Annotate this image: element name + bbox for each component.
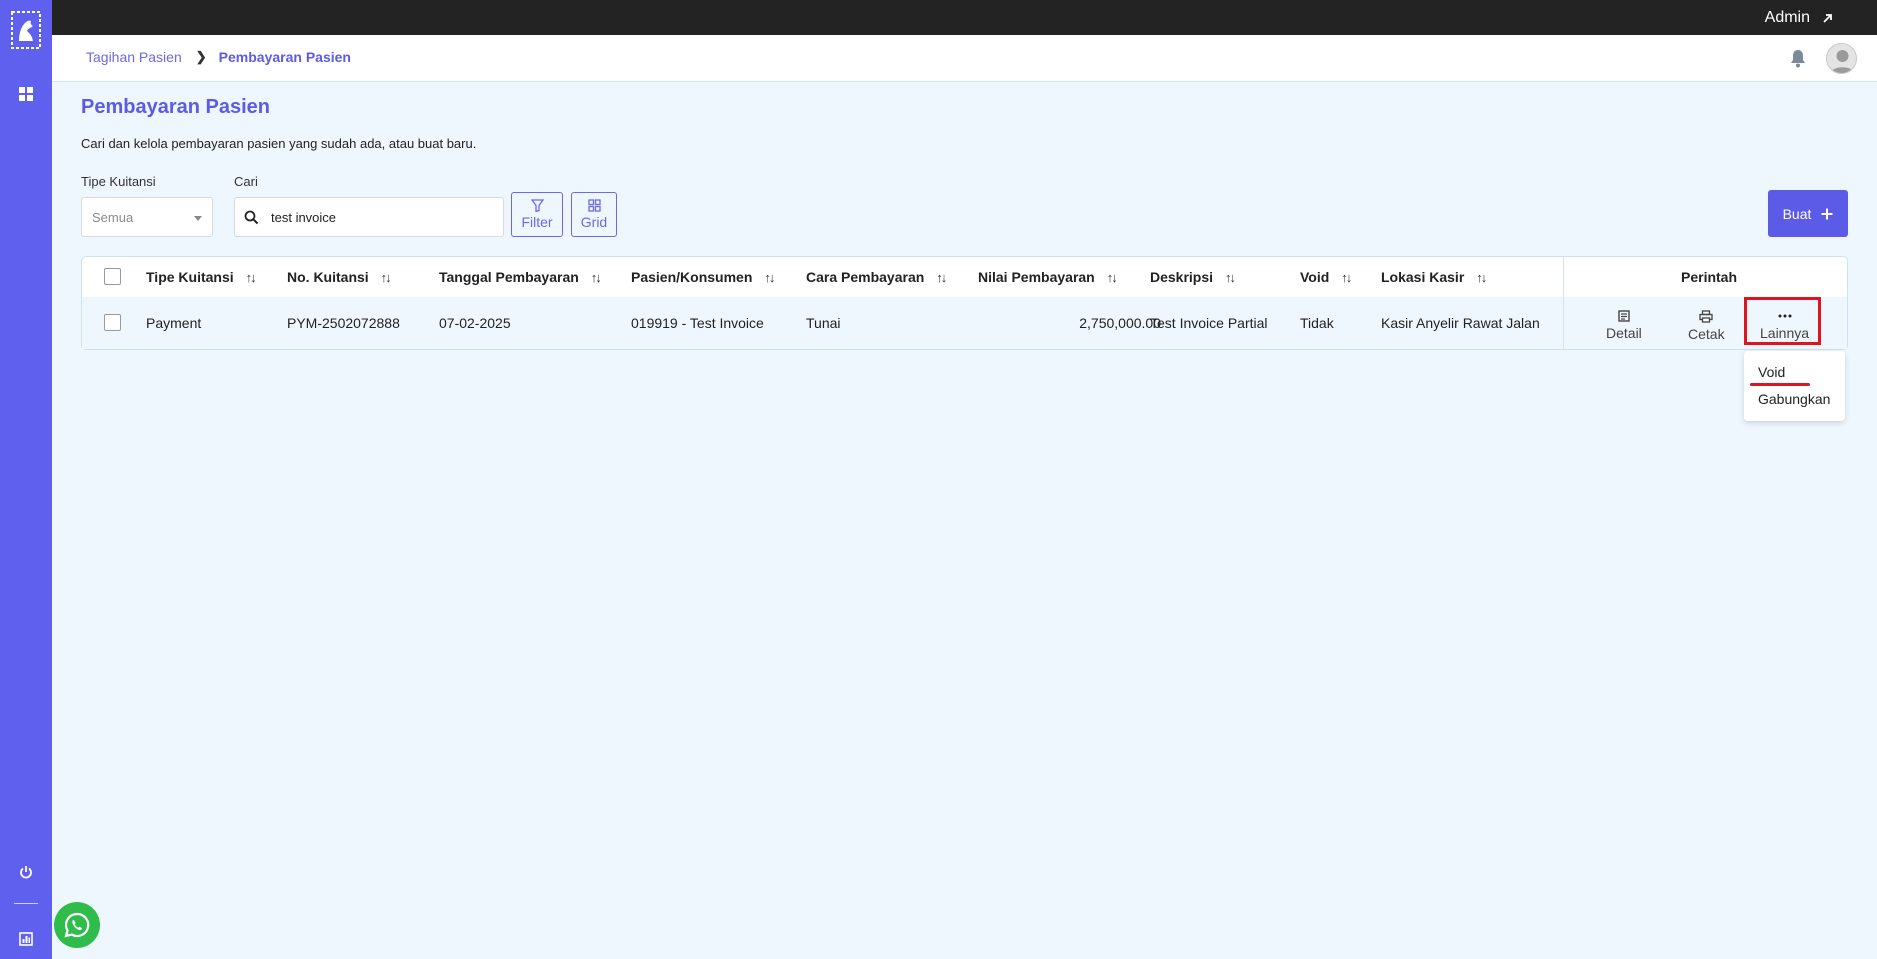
header-label: Nilai Pembayaran xyxy=(978,269,1095,285)
external-link-icon xyxy=(1823,13,1832,23)
cell-tanggal: 07-02-2025 xyxy=(439,315,511,331)
header-label: Void xyxy=(1300,269,1330,285)
whatsapp-icon xyxy=(64,912,90,938)
header-label: Tanggal Pembayaran xyxy=(439,269,579,285)
header-no-kuitansi[interactable]: No. Kuitansi ↑↓ xyxy=(287,269,392,285)
print-button[interactable]: Cetak xyxy=(1688,310,1725,342)
header-label: No. Kuitansi xyxy=(287,269,369,285)
grid-button[interactable]: Grid xyxy=(571,192,617,237)
sort-icon: ↑↓ xyxy=(1225,269,1236,285)
commands-divider xyxy=(1563,257,1564,349)
power-icon[interactable] xyxy=(16,862,36,882)
filter-label: Filter xyxy=(521,214,553,230)
filter-button[interactable]: Filter xyxy=(511,192,563,237)
header-label: Lokasi Kasir xyxy=(1381,269,1465,285)
cell-pasien: 019919 - Test Invoice xyxy=(631,315,764,331)
menu-item-void[interactable]: Void xyxy=(1758,364,1785,380)
header-label: Tipe Kuitansi xyxy=(146,269,234,285)
document-icon xyxy=(1618,310,1630,322)
sort-icon: ↑↓ xyxy=(380,269,392,285)
grid-label: Grid xyxy=(580,214,608,230)
whatsapp-button[interactable] xyxy=(54,902,100,948)
create-button[interactable]: Buat xyxy=(1768,190,1848,237)
sort-icon: ↑↓ xyxy=(936,269,947,285)
header-tanggal-pembayaran[interactable]: Tanggal Pembayaran ↑↓ xyxy=(439,269,602,285)
receipt-type-select[interactable]: Semua xyxy=(81,197,213,237)
cell-lokasi: Kasir Anyelir Rawat Jalan xyxy=(1381,315,1540,331)
top-bar: Admin xyxy=(52,0,1877,35)
header-label: Perintah xyxy=(1681,269,1738,285)
search-input[interactable] xyxy=(271,198,499,236)
sort-icon: ↑↓ xyxy=(1106,269,1118,285)
detail-button[interactable]: Detail xyxy=(1606,310,1642,341)
header-deskripsi[interactable]: Deskripsi ↑↓ xyxy=(1150,269,1236,285)
cell-nilai: 2,750,000.00 xyxy=(1079,315,1161,331)
report-icon[interactable] xyxy=(16,929,36,949)
select-all-checkbox[interactable] xyxy=(104,268,121,285)
header-cara-pembayaran[interactable]: Cara Pembayaran ↑↓ xyxy=(806,269,947,285)
header-tipe-kuitansi[interactable]: Tipe Kuitansi ↑↓ xyxy=(146,269,257,285)
bell-icon[interactable] xyxy=(1789,48,1807,73)
caret-down-icon xyxy=(194,216,202,221)
header-lokasi-kasir[interactable]: Lokasi Kasir ↑↓ xyxy=(1381,269,1487,285)
sort-icon: ↑↓ xyxy=(590,269,602,285)
create-label: Buat xyxy=(1782,205,1812,222)
sort-icon: ↑↓ xyxy=(245,269,257,285)
highlight-underline xyxy=(1750,383,1810,386)
chevron-right-icon: ❯ xyxy=(195,49,207,64)
menu-item-gabungkan[interactable]: Gabungkan xyxy=(1758,391,1830,407)
cell-tipe: Payment xyxy=(146,315,202,331)
page-description: Cari dan kelola pembayaran pasien yang s… xyxy=(81,136,477,151)
header-nilai-pembayaran[interactable]: Nilai Pembayaran ↑↓ xyxy=(978,269,1118,285)
search-field xyxy=(234,197,504,237)
header-void[interactable]: Void ↑↓ xyxy=(1300,269,1352,285)
highlight-box xyxy=(1744,297,1821,345)
printer-icon xyxy=(1699,310,1713,323)
receipt-type-label: Tipe Kuitansi xyxy=(81,174,156,189)
filter-icon xyxy=(530,199,544,212)
breadcrumb: Tagihan Pasien ❯ Pembayaran Pasien xyxy=(86,49,351,65)
breadcrumb-current: Pembayaran Pasien xyxy=(218,49,351,65)
header-pasien-konsumen[interactable]: Pasien/Konsumen ↑↓ xyxy=(631,269,775,285)
cell-deskripsi: Test Invoice Partial xyxy=(1150,315,1268,331)
admin-label: Admin xyxy=(1764,9,1810,26)
breadcrumb-parent[interactable]: Tagihan Pasien xyxy=(86,49,182,65)
page-header: Tagihan Pasien ❯ Pembayaran Pasien xyxy=(52,35,1877,82)
table-header: Tipe Kuitansi ↑↓ No. Kuitansi ↑↓ Tanggal P… xyxy=(82,257,1847,297)
header-perintah: Perintah xyxy=(1681,269,1737,285)
cell-cara: Tunai xyxy=(806,315,841,331)
header-label: Deskripsi xyxy=(1150,269,1214,285)
table-row[interactable]: Payment PYM-2502072888 07-02-2025 019919… xyxy=(82,297,1847,349)
search-icon xyxy=(244,210,259,225)
search-label: Cari xyxy=(234,174,258,189)
sort-icon: ↑↓ xyxy=(764,269,775,285)
receipt-type-value: Semua xyxy=(92,210,134,225)
page-title: Pembayaran Pasien xyxy=(81,96,270,118)
sidebar xyxy=(0,0,52,959)
row-checkbox[interactable] xyxy=(104,314,121,331)
more-dropdown-menu: Void Gabungkan xyxy=(1744,351,1845,421)
sidebar-divider xyxy=(14,903,38,904)
header-label: Cara Pembayaran xyxy=(806,269,925,285)
cell-no-kuitansi: PYM-2502072888 xyxy=(287,315,400,331)
admin-menu[interactable]: Admin xyxy=(1765,9,1833,27)
plus-icon xyxy=(1821,208,1833,219)
avatar[interactable] xyxy=(1826,43,1857,74)
detail-label: Detail xyxy=(1606,325,1642,341)
cell-void: Tidak xyxy=(1300,315,1334,331)
grid-icon xyxy=(587,199,601,212)
payments-table: Tipe Kuitansi ↑↓ No. Kuitansi ↑↓ Tanggal P… xyxy=(81,256,1848,350)
header-label: Pasien/Konsumen xyxy=(631,269,753,285)
sort-icon: ↑↓ xyxy=(1341,269,1352,285)
dashboard-grid-icon[interactable] xyxy=(16,84,36,104)
sort-icon: ↑↓ xyxy=(1476,269,1487,285)
app-logo[interactable] xyxy=(11,11,41,49)
print-label: Cetak xyxy=(1688,326,1725,342)
